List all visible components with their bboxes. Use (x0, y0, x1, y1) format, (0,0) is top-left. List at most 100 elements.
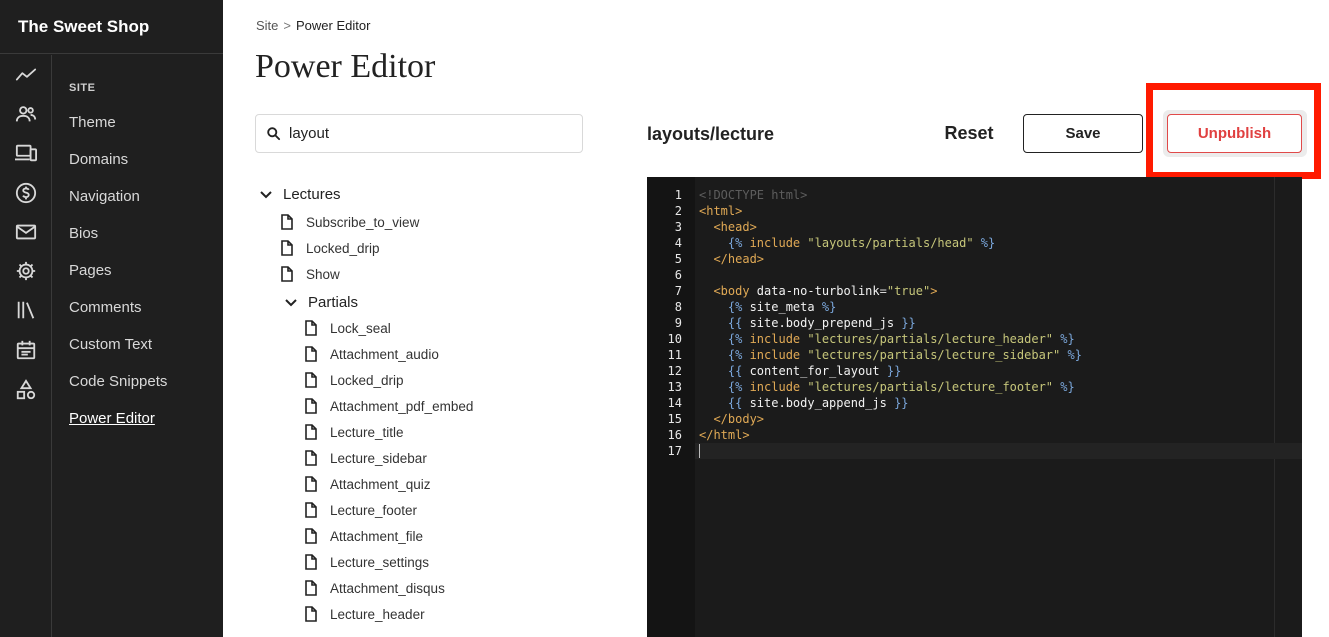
tree-file[interactable]: Locked_drip (280, 240, 380, 256)
code-text: {% site_meta %} (699, 299, 836, 315)
code-text: </html> (699, 427, 750, 443)
save-button[interactable]: Save (1023, 114, 1143, 153)
nav-item-custom-text[interactable]: Custom Text (69, 336, 152, 353)
code-token: </html> (699, 428, 750, 442)
tree-file[interactable]: Attachment_file (304, 528, 423, 544)
search-icon (267, 127, 281, 141)
line-number: 3 (674, 220, 682, 234)
line-number: 15 (667, 412, 682, 426)
tree-file[interactable]: Lecture_title (304, 424, 404, 440)
code-token: include (742, 332, 808, 346)
tree-file-label: Subscribe_to_view (306, 214, 420, 230)
devices-icon[interactable] (14, 141, 38, 165)
code-token: data-no-turbolink (749, 284, 880, 298)
tree-file[interactable]: Lecture_footer (304, 502, 417, 518)
calendar-icon[interactable] (14, 338, 38, 362)
file-icon (305, 528, 317, 544)
tree-file[interactable]: Subscribe_to_view (280, 214, 419, 230)
gear-icon[interactable] (14, 259, 38, 283)
reset-button[interactable]: Reset (930, 114, 1008, 153)
shapes-icon[interactable] (14, 378, 38, 402)
tree-folder-label: Partials (308, 294, 359, 311)
code-token: "lectures/partials/lecture_header" (807, 332, 1054, 346)
highlight-annotation-box (1146, 83, 1321, 179)
line-number: 14 (667, 396, 682, 410)
nav-item-comments[interactable]: Comments (69, 299, 142, 316)
file-icon (305, 606, 317, 622)
code-line: 17 (647, 443, 1302, 459)
search-input[interactable] (289, 125, 569, 142)
nav-item-domains[interactable]: Domains (69, 151, 128, 168)
nav-item-navigation[interactable]: Navigation (69, 188, 140, 205)
analytics-icon[interactable] (14, 63, 38, 87)
file-icon (305, 476, 317, 492)
code-line: 3 <head> (647, 219, 1302, 235)
code-text: <html> (699, 203, 742, 219)
code-text: </body> (699, 411, 764, 427)
file-icon (305, 372, 317, 388)
file-icon (281, 266, 293, 282)
chevron-down-icon (285, 298, 297, 306)
code-token: <html> (699, 204, 743, 218)
brand-title[interactable]: The Sweet Shop (0, 0, 223, 54)
tree-file[interactable]: Show (280, 266, 340, 282)
nav-item-theme[interactable]: Theme (69, 114, 116, 131)
tree-file[interactable]: Lock_seal (304, 320, 391, 336)
code-token: = (879, 284, 887, 298)
tree-file[interactable]: Locked_drip (304, 372, 404, 388)
nav-item-pages[interactable]: Pages (69, 262, 112, 279)
code-token: {% (727, 236, 743, 250)
code-token: site.body_append_js (742, 396, 895, 410)
tree-file[interactable]: Attachment_disqus (304, 580, 445, 596)
code-editor[interactable]: 1 <!DOCTYPE html> 2 <html> 3 <head> 4 {% incl… (647, 177, 1302, 637)
code-token: "true" (886, 284, 931, 298)
tree-file[interactable]: Attachment_audio (304, 346, 439, 362)
tree-folder-partials[interactable]: Partials (283, 294, 358, 311)
line-number: 17 (667, 444, 682, 458)
line-number: 11 (667, 348, 682, 362)
tree-file[interactable]: Lecture_header (304, 606, 425, 622)
tree-file[interactable]: Attachment_pdf_embed (304, 398, 473, 414)
users-icon[interactable] (14, 102, 38, 126)
code-line: 13 {% include "lectures/partials/lecture… (647, 379, 1302, 395)
nav-item-code-snippets[interactable]: Code Snippets (69, 373, 167, 390)
code-token: {% (727, 380, 743, 394)
dollar-icon[interactable] (14, 181, 38, 205)
nav-item-power-editor[interactable]: Power Editor (69, 410, 155, 427)
tree-file[interactable]: Lecture_sidebar (304, 450, 427, 466)
nav-item-bios[interactable]: Bios (69, 225, 98, 242)
file-icon (305, 346, 317, 362)
breadcrumb-site-link[interactable]: Site (256, 18, 278, 33)
file-icon (281, 240, 293, 256)
mail-icon[interactable] (14, 220, 38, 244)
library-icon[interactable] (14, 298, 38, 322)
tree-file[interactable]: Lecture_settings (304, 554, 429, 570)
code-token: <head> (713, 220, 757, 234)
code-line: 14 {{ site.body_append_js }} (647, 395, 1302, 411)
line-number: 8 (674, 300, 682, 314)
code-line: 11 {% include "lectures/partials/lecture… (647, 347, 1302, 363)
file-icon (305, 580, 317, 596)
line-number: 12 (667, 364, 682, 378)
code-line: 1 <!DOCTYPE html> (647, 187, 1302, 203)
code-token: {% (727, 332, 743, 346)
tree-folder-lectures[interactable]: Lectures (258, 186, 341, 203)
line-number: 10 (667, 332, 682, 346)
file-icon (305, 450, 317, 466)
code-line: 6 (647, 267, 1302, 283)
code-token: }} (901, 316, 916, 330)
code-line: 4 {% include "layouts/partials/head" %} (647, 235, 1302, 251)
code-token: content_for_layout (742, 364, 887, 378)
code-token: site_meta (742, 300, 822, 314)
code-token: site.body_prepend_js (742, 316, 902, 330)
tree-file[interactable]: Attachment_quiz (304, 476, 431, 492)
line-number: 7 (674, 284, 682, 298)
line-number: 16 (667, 428, 682, 442)
